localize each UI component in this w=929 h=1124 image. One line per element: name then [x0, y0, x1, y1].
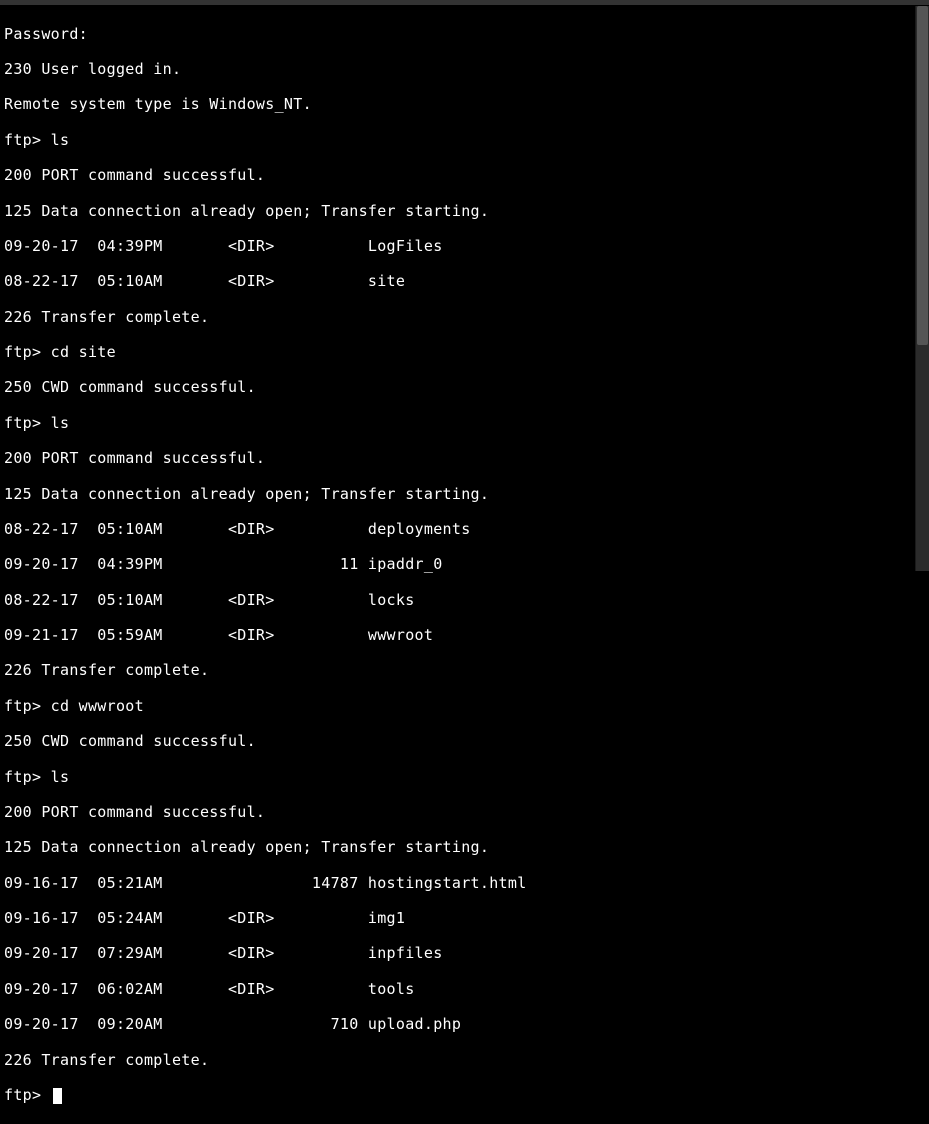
- listing-row: 09-20-17 04:39PM 11 ipaddr_0: [4, 556, 925, 574]
- terminal-output[interactable]: Password: 230 User logged in. Remote sys…: [0, 6, 929, 1124]
- ftp-prompt: ftp>: [4, 768, 51, 786]
- ftp-command: cd wwwroot: [51, 697, 144, 715]
- cursor-icon: [53, 1088, 62, 1104]
- system-type: Remote system type is Windows_NT.: [4, 96, 925, 114]
- data-conn-message: 125 Data connection already open; Transf…: [4, 839, 925, 857]
- login-message: 230 User logged in.: [4, 61, 925, 79]
- listing-row: 09-21-17 05:59AM <DIR> wwwroot: [4, 627, 925, 645]
- transfer-complete: 226 Transfer complete.: [4, 309, 925, 327]
- ftp-command-line: ftp> ls: [4, 132, 925, 150]
- listing-row: 09-20-17 04:39PM <DIR> LogFiles: [4, 238, 925, 256]
- port-message: 200 PORT command successful.: [4, 450, 925, 468]
- data-conn-message: 125 Data connection already open; Transf…: [4, 203, 925, 221]
- scrollbar[interactable]: [915, 6, 929, 571]
- cwd-message: 250 CWD command successful.: [4, 379, 925, 397]
- listing-row: 09-20-17 06:02AM <DIR> tools: [4, 981, 925, 999]
- cwd-message: 250 CWD command successful.: [4, 733, 925, 751]
- listing-row: 09-20-17 09:20AM 710 upload.php: [4, 1016, 925, 1034]
- scrollbar-thumb[interactable]: [917, 6, 928, 345]
- ftp-input-line[interactable]: ftp>: [4, 1087, 925, 1105]
- ftp-prompt: ftp>: [4, 1087, 51, 1105]
- ftp-command: cd site: [51, 343, 116, 361]
- ftp-command: ls: [51, 131, 70, 149]
- ftp-command-line: ftp> ls: [4, 415, 925, 433]
- ftp-command-line: ftp> cd wwwroot: [4, 698, 925, 716]
- ftp-command: ls: [51, 768, 70, 786]
- ftp-command: ls: [51, 414, 70, 432]
- ftp-prompt: ftp>: [4, 697, 51, 715]
- listing-row: 08-22-17 05:10AM <DIR> deployments: [4, 521, 925, 539]
- password-prompt: Password:: [4, 26, 925, 44]
- transfer-complete: 226 Transfer complete.: [4, 1052, 925, 1070]
- listing-row: 09-16-17 05:24AM <DIR> img1: [4, 910, 925, 928]
- ftp-prompt: ftp>: [4, 343, 51, 361]
- listing-row: 09-20-17 07:29AM <DIR> inpfiles: [4, 945, 925, 963]
- ftp-prompt: ftp>: [4, 414, 51, 432]
- ftp-command-line: ftp> ls: [4, 769, 925, 787]
- port-message: 200 PORT command successful.: [4, 804, 925, 822]
- port-message: 200 PORT command successful.: [4, 167, 925, 185]
- listing-row: 08-22-17 05:10AM <DIR> site: [4, 273, 925, 291]
- data-conn-message: 125 Data connection already open; Transf…: [4, 486, 925, 504]
- ftp-command-line: ftp> cd site: [4, 344, 925, 362]
- listing-row: 09-16-17 05:21AM 14787 hostingstart.html: [4, 875, 925, 893]
- transfer-complete: 226 Transfer complete.: [4, 662, 925, 680]
- ftp-prompt: ftp>: [4, 131, 51, 149]
- listing-row: 08-22-17 05:10AM <DIR> locks: [4, 592, 925, 610]
